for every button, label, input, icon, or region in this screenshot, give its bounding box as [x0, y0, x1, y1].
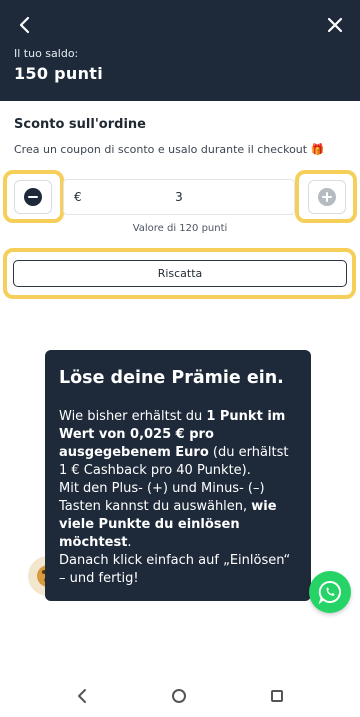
discount-subtitle: Crea un coupon di sconto e usalo durante… — [14, 143, 324, 156]
chevron-left-icon — [19, 16, 30, 34]
nav-back-icon[interactable] — [74, 688, 90, 704]
tooltip-text: Mit den Plus- (+) und Minus- (–) Tasten … — [59, 481, 265, 514]
back-button[interactable] — [14, 14, 36, 36]
increase-button[interactable] — [308, 180, 346, 214]
discount-title: Sconto sull'ordine — [14, 117, 146, 132]
amount-field[interactable]: € 3 — [63, 179, 295, 215]
close-button[interactable] — [324, 14, 346, 36]
decrease-button[interactable] — [14, 180, 52, 214]
amount-value: 3 — [175, 190, 183, 204]
header-bar: Il tuo saldo: 150 punti — [0, 0, 360, 101]
nav-recents-icon[interactable] — [271, 690, 283, 702]
discount-subtitle-text: Crea un coupon di sconto e usalo durante… — [14, 143, 308, 156]
tooltip-title: Löse deine Prämie ein. — [59, 368, 284, 388]
onboarding-tooltip: Löse deine Prämie ein. Wie bisher erhält… — [45, 350, 311, 601]
whatsapp-icon — [318, 580, 342, 605]
balance-value: 150 punti — [14, 64, 104, 83]
plus-circle-icon — [318, 188, 336, 206]
tooltip-text: Wie bisher erhältst du — [59, 409, 207, 424]
balance-label: Il tuo saldo: — [14, 47, 79, 60]
tooltip-text: Danach klick einfach auf „Einlösen“ – un… — [59, 553, 291, 586]
whatsapp-button[interactable] — [309, 571, 351, 613]
nav-home-icon[interactable] — [172, 689, 186, 703]
minus-circle-icon — [24, 188, 42, 206]
redeem-button[interactable]: Riscatta — [13, 260, 347, 287]
points-caption: Valore di 120 punti — [132, 223, 228, 234]
tooltip-body: Wie bisher erhältst du 1 Punkt im Wert v… — [59, 408, 297, 588]
tooltip-text: . — [127, 535, 132, 550]
system-nav-bar — [0, 676, 360, 717]
close-icon — [327, 17, 343, 33]
gift-icon: 🎁 — [310, 143, 325, 156]
